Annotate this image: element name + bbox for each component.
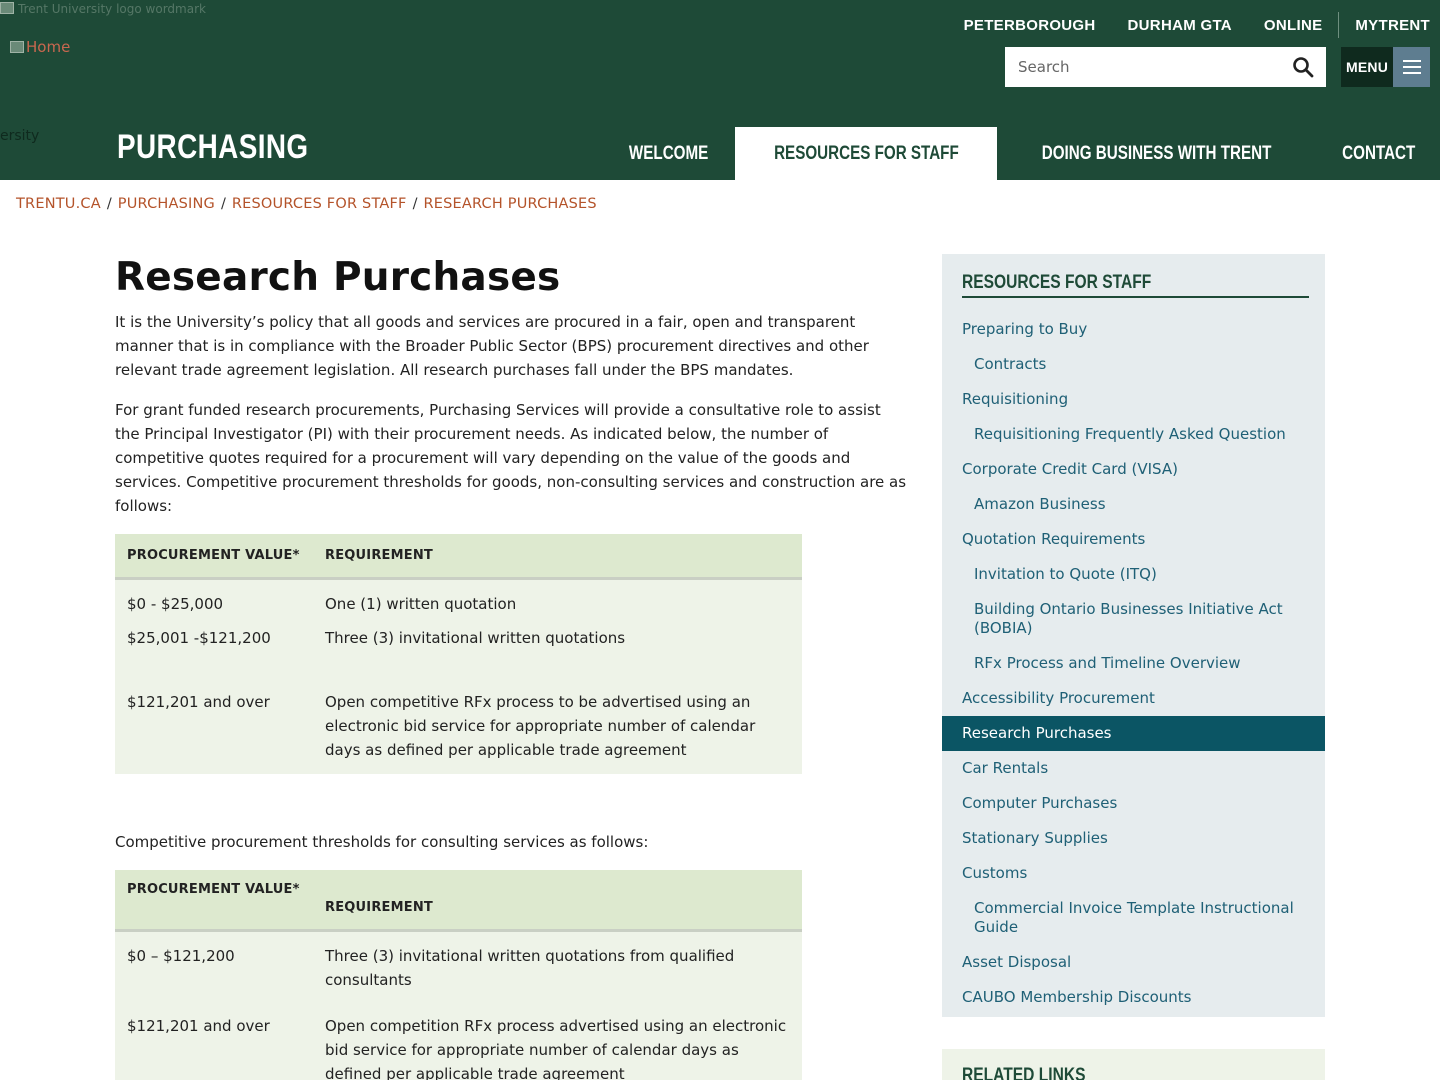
sidebar-item-research-purchases[interactable]: Research Purchases bbox=[942, 716, 1325, 751]
table-row: $0 - $25,000 One (1) written quotation bbox=[115, 578, 802, 626]
broken-university-text: ersity bbox=[0, 128, 40, 144]
sidebar-item-computer-purchases[interactable]: Computer Purchases bbox=[942, 786, 1325, 821]
top-link-durham-gta[interactable]: DURHAM GTA bbox=[1128, 17, 1232, 34]
page-title: Research Purchases bbox=[115, 255, 561, 300]
breadcrumb-separator: / bbox=[106, 196, 112, 212]
sidebar-item-requisitioning[interactable]: Requisitioning bbox=[942, 382, 1325, 417]
related-links-heading: RELATED LINKS bbox=[962, 1065, 1325, 1080]
nav-doing-business[interactable]: DOING BUSINESS WITH TRENT bbox=[997, 127, 1316, 180]
breadcrumb-trentu[interactable]: TRENTU.CA bbox=[16, 196, 101, 212]
header-procurement-value: PROCUREMENT VALUE* bbox=[127, 547, 300, 563]
sidebar-item-commercial-invoice-template-instructional-guide[interactable]: Commercial Invoice Template Instructiona… bbox=[942, 891, 1325, 945]
top-nav-divider bbox=[1338, 12, 1340, 38]
hamburger-icon bbox=[1393, 47, 1430, 87]
sidebar: RESOURCES FOR STAFF Preparing to Buy Cont… bbox=[942, 254, 1325, 1017]
search-icon bbox=[1293, 57, 1314, 78]
sidebar-item-car-rentals[interactable]: Car Rentals bbox=[942, 751, 1325, 786]
main-content: Research Purchases It is the University’… bbox=[115, 255, 910, 1080]
cell-requirement: One (1) written quotation bbox=[325, 594, 517, 613]
cell-requirement: Open competition RFx process advertised … bbox=[325, 1017, 787, 1080]
sidebar-item-customs[interactable]: Customs bbox=[942, 856, 1325, 891]
nav-resources-label: RESOURCES FOR STAFF bbox=[773, 142, 959, 164]
table-row: $0 – $121,200 Three (3) invitational wri… bbox=[115, 930, 802, 1014]
cell-value: $0 – $121,200 bbox=[127, 946, 235, 965]
top-link-mytrent[interactable]: MYTRENT bbox=[1355, 17, 1430, 34]
nav-contact[interactable]: CONTACT bbox=[1317, 127, 1440, 180]
nav-doing-business-label: DOING BUSINESS WITH TRENT bbox=[1042, 142, 1272, 164]
sidebar-item-corporate-credit-card-visa[interactable]: Corporate Credit Card (VISA) bbox=[942, 452, 1325, 487]
breadcrumb-purchasing[interactable]: PURCHASING bbox=[118, 196, 215, 212]
top-campus-nav: PETERBOROUGH DURHAM GTA ONLINE MYTRENT bbox=[932, 12, 1430, 38]
related-links-box: RELATED LINKS bbox=[942, 1049, 1325, 1080]
table-header-row: PROCUREMENT VALUE* REQUIREMENT bbox=[115, 870, 802, 930]
sidebar-item-rfx-process-and-timeline-overview[interactable]: RFx Process and Timeline Overview bbox=[942, 646, 1325, 681]
cell-value: $25,001 -$121,200 bbox=[127, 629, 271, 647]
site-header: Trent University logo wordmark Home ersi… bbox=[0, 0, 1440, 180]
header-requirement: REQUIREMENT bbox=[325, 547, 433, 563]
sidebar-item-amazon-business[interactable]: Amazon Business bbox=[942, 487, 1325, 522]
sidebar-item-caubo-membership-discounts[interactable]: CAUBO Membership Discounts bbox=[942, 980, 1325, 1015]
home-alt-text: Home bbox=[26, 38, 71, 56]
sidebar-item-contracts[interactable]: Contracts bbox=[942, 347, 1325, 382]
broken-logo-image: Trent University logo wordmark bbox=[0, 2, 210, 18]
main-nav: WELCOME RESOURCES FOR STAFF DOING BUSINE… bbox=[603, 127, 1440, 180]
breadcrumb-resources[interactable]: RESOURCES FOR STAFF bbox=[232, 196, 407, 212]
cell-value: $121,201 and over bbox=[127, 693, 270, 711]
sidebar-item-asset-disposal[interactable]: Asset Disposal bbox=[942, 945, 1325, 980]
goods-threshold-table: PROCUREMENT VALUE* REQUIREMENT $0 - $25,… bbox=[115, 534, 802, 774]
menu-label: MENU bbox=[1341, 47, 1393, 87]
breadcrumb-separator: / bbox=[412, 196, 418, 212]
related-links-heading-text: RELATED LINKS bbox=[962, 1065, 1086, 1080]
cell-requirement: Open competitive RFx process to be adver… bbox=[325, 693, 756, 759]
search-input[interactable] bbox=[1005, 47, 1280, 87]
breadcrumb-research-purchases[interactable]: RESEARCH PURCHASES bbox=[423, 196, 596, 212]
sidebar-item-quotation-requirements[interactable]: Quotation Requirements bbox=[942, 522, 1325, 557]
breadcrumb-separator: / bbox=[221, 196, 226, 212]
table-row: $121,201 and over Open competition RFx p… bbox=[115, 1014, 802, 1080]
header-requirement: REQUIREMENT bbox=[325, 899, 433, 915]
sidebar-item-preparing-to-buy[interactable]: Preparing to Buy bbox=[942, 312, 1325, 347]
top-link-online[interactable]: ONLINE bbox=[1264, 17, 1322, 34]
home-logo-link[interactable]: Home bbox=[10, 38, 70, 56]
sidebar-item-stationary-supplies[interactable]: Stationary Supplies bbox=[942, 821, 1325, 856]
cell-requirement: Three (3) invitational written quotation… bbox=[325, 946, 735, 989]
cell-requirement: Three (3) invitational written quotation… bbox=[325, 629, 626, 647]
top-link-peterborough[interactable]: PETERBOROUGH bbox=[964, 17, 1096, 34]
broken-image-icon bbox=[0, 2, 14, 14]
breadcrumb: TRENTU.CA / PURCHASING / RESOURCES FOR STA… bbox=[16, 196, 597, 212]
sidebar-list: Preparing to Buy Contracts Requisitioning R… bbox=[942, 312, 1325, 1015]
intro-paragraph: It is the University’s policy that all g… bbox=[115, 313, 869, 379]
sidebar-heading-text: RESOURCES FOR STAFF bbox=[962, 272, 1152, 293]
broken-image-icon bbox=[10, 41, 24, 53]
nav-resources-for-staff[interactable]: RESOURCES FOR STAFF bbox=[734, 127, 998, 180]
sidebar-heading: RESOURCES FOR STAFF bbox=[962, 272, 1309, 298]
grant-paragraph: For grant funded research procurements, … bbox=[115, 401, 907, 515]
sidebar-item-requisitioning-frequently-asked-question[interactable]: Requisitioning Frequently Asked Question bbox=[942, 417, 1325, 452]
consulting-threshold-table: PROCUREMENT VALUE* REQUIREMENT $0 – $121… bbox=[115, 870, 802, 1080]
search-bar bbox=[1005, 47, 1326, 87]
consulting-paragraph: Competitive procurement thresholds for c… bbox=[115, 833, 649, 851]
site-title[interactable]: PURCHASING bbox=[117, 128, 309, 167]
nav-welcome[interactable]: WELCOME bbox=[603, 127, 734, 180]
menu-button[interactable]: MENU bbox=[1341, 47, 1430, 87]
nav-welcome-label: WELCOME bbox=[629, 142, 709, 164]
table-row: $121,201 and over Open competitive RFx p… bbox=[115, 690, 802, 774]
cell-value: $121,201 and over bbox=[127, 1017, 270, 1035]
sidebar-item-invitation-to-quote-itq[interactable]: Invitation to Quote (ITQ) bbox=[942, 557, 1325, 592]
sidebar-item-accessibility-procurement[interactable]: Accessibility Procurement bbox=[942, 681, 1325, 716]
sidebar-item-building-ontario-businesses-initiative-act-bobia[interactable]: Building Ontario Businesses Initiative A… bbox=[942, 592, 1325, 646]
table-header-row: PROCUREMENT VALUE* REQUIREMENT bbox=[115, 534, 802, 578]
table-row: $25,001 -$121,200 Three (3) invitational… bbox=[115, 626, 802, 690]
broken-logo-alt-text: Trent University logo wordmark bbox=[18, 2, 206, 16]
nav-contact-label: CONTACT bbox=[1341, 142, 1415, 164]
cell-value: $0 - $25,000 bbox=[127, 594, 224, 613]
search-button[interactable] bbox=[1280, 47, 1326, 87]
header-procurement-value: PROCUREMENT VALUE* bbox=[127, 882, 300, 897]
